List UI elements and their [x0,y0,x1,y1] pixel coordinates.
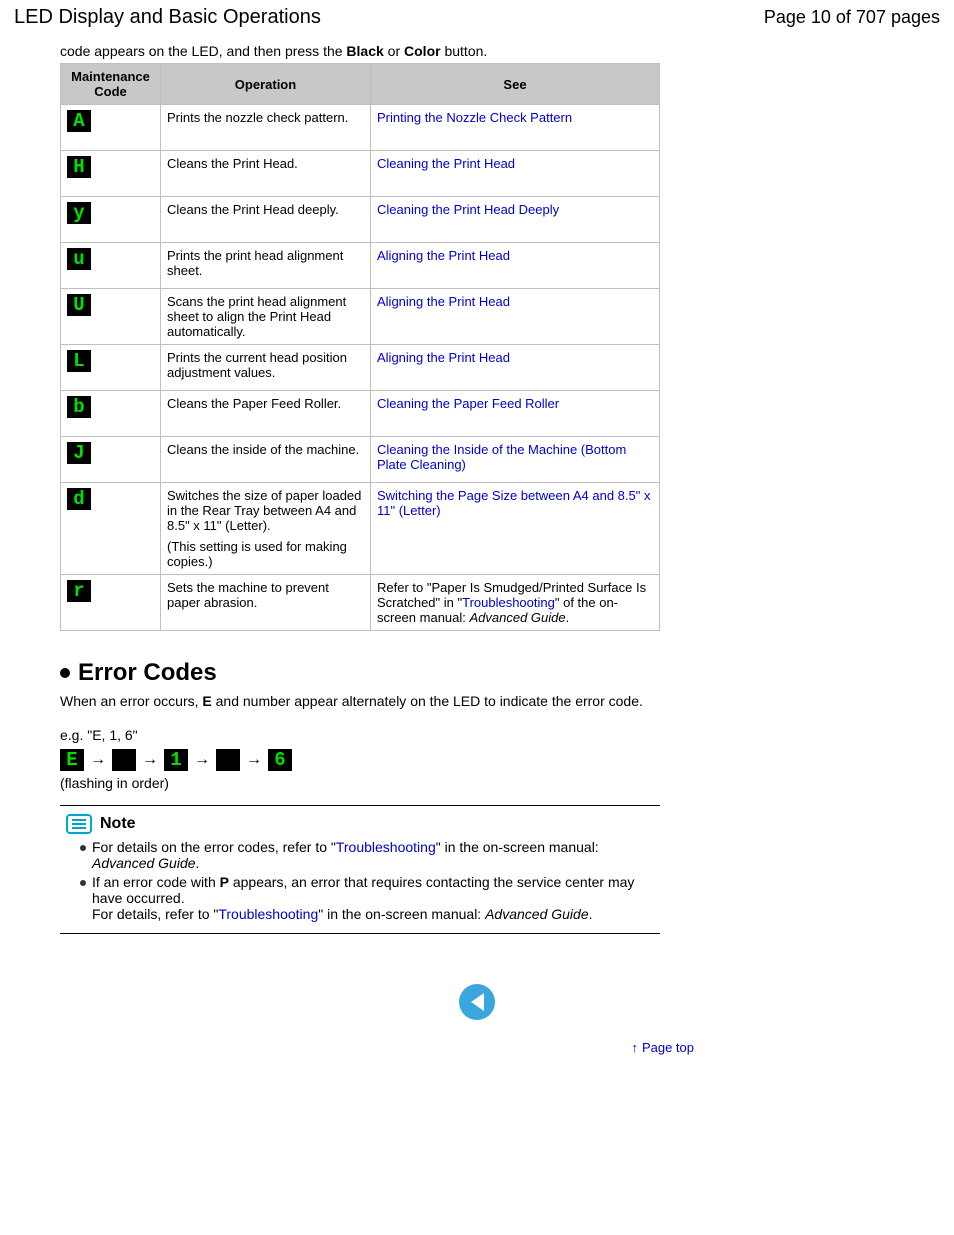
see-cell: Aligning the Print Head [371,345,660,391]
operation-cell: Prints the print head alignment sheet. [161,243,371,289]
maintenance-table: Maintenance Code Operation See A Prints t… [60,63,660,631]
operation-cell: Sets the machine to prevent paper abrasi… [161,575,371,631]
operation-cell: Cleans the Paper Feed Roller. [161,391,371,437]
table-row: U Scans the print head alignment sheet to… [61,289,660,345]
operation-cell: Prints the nozzle check pattern. [161,105,371,151]
code-cell: r [61,575,161,631]
note-list: For details on the error codes, refer to… [60,834,660,922]
code-cell: L [61,345,161,391]
operation-cell: Switches the size of paper loaded in the… [161,483,371,575]
table-row: d Switches the size of paper loaded in th… [61,483,660,575]
see-link[interactable]: Printing the Nozzle Check Pattern [377,110,572,125]
page-top-link[interactable]: Page top [642,1040,694,1055]
table-row: L Prints the current head position adjust… [61,345,660,391]
led-glyph: d [67,488,91,510]
note-item: For details on the error codes, refer to… [80,839,660,871]
operation-cell: Cleans the Print Head deeply. [161,197,371,243]
led-glyph: A [67,110,91,132]
code-cell: A [61,105,161,151]
operation-cell: Prints the current head position adjustm… [161,345,371,391]
col-see: See [371,64,660,105]
troubleshooting-link[interactable]: Troubleshooting [336,839,436,855]
error-codes-section: Error Codes When an error occurs, E and … [60,659,894,934]
led-glyph: H [67,156,91,178]
col-code: Maintenance Code [61,64,161,105]
operation-cell: Cleans the inside of the machine. [161,437,371,483]
led-glyph: E [60,749,84,771]
page-title: LED Display and Basic Operations [14,6,321,29]
table-row: u Prints the print head alignment sheet. A… [61,243,660,289]
troubleshooting-link[interactable]: Troubleshooting [462,595,555,610]
led-blank-icon [216,749,240,771]
see-link[interactable]: Cleaning the Inside of the Machine (Bott… [377,442,626,472]
note-header: Note [60,810,660,834]
led-glyph: y [67,202,91,224]
code-cell: U [61,289,161,345]
see-cell: Printing the Nozzle Check Pattern [371,105,660,151]
arrow-icon: → [246,751,262,769]
see-cell: Refer to "Paper Is Smudged/Printed Surfa… [371,575,660,631]
led-glyph: L [67,350,91,372]
page-content: code appears on the LED, and then press … [0,33,954,1095]
note-icon [66,814,92,834]
error-sequence: E → → 1 → → 6 [60,749,894,771]
back-button[interactable] [459,984,495,1020]
led-glyph: 1 [164,749,188,771]
table-row: y Cleans the Print Head deeply. Cleaning t… [61,197,660,243]
arrow-icon: → [90,751,106,769]
note-box: Note For details on the error codes, ref… [60,805,660,934]
arrow-icon: → [142,751,158,769]
see-cell: Cleaning the Print Head [371,151,660,197]
led-glyph: U [67,294,91,316]
see-cell: Cleaning the Inside of the Machine (Bott… [371,437,660,483]
page-top-area: ↑ Page top [60,1040,894,1055]
bullet-icon [60,668,70,678]
flashing-label: (flashing in order) [60,775,894,791]
table-row: A Prints the nozzle check pattern. Printin… [61,105,660,151]
see-link[interactable]: Cleaning the Print Head Deeply [377,202,559,217]
note-item: If an error code with P appears, an erro… [80,874,660,922]
led-glyph: b [67,396,91,418]
see-link[interactable]: Aligning the Print Head [377,248,510,263]
intro-text: code appears on the LED, and then press … [60,43,894,59]
back-arrow-icon [471,993,484,1011]
table-row: J Cleans the inside of the machine.Cleani… [61,437,660,483]
error-desc: When an error occurs, E and number appea… [60,693,894,709]
troubleshooting-link[interactable]: Troubleshooting [218,906,318,922]
led-glyph: u [67,248,91,270]
see-link[interactable]: Cleaning the Print Head [377,156,515,171]
table-row: H Cleans the Print Head. Cleaning the Prin… [61,151,660,197]
code-cell: u [61,243,161,289]
code-cell: d [61,483,161,575]
led-blank-icon [112,749,136,771]
led-glyph: r [67,580,91,602]
led-glyph: J [67,442,91,464]
see-link[interactable]: Aligning the Print Head [377,350,510,365]
code-cell: b [61,391,161,437]
code-cell: H [61,151,161,197]
led-glyph: 6 [268,749,292,771]
operation-cell: Scans the print head alignment sheet to … [161,289,371,345]
code-cell: J [61,437,161,483]
page-header: LED Display and Basic Operations Page 10… [0,0,954,33]
operation-cell: Cleans the Print Head. [161,151,371,197]
code-cell: y [61,197,161,243]
see-link[interactable]: Cleaning the Paper Feed Roller [377,396,559,411]
see-link[interactable]: Aligning the Print Head [377,294,510,309]
section-heading: Error Codes [60,659,894,687]
page-counter: Page 10 of 707 pages [764,7,940,28]
see-cell: Cleaning the Print Head Deeply [371,197,660,243]
table-row: r Sets the machine to prevent paper abras… [61,575,660,631]
see-cell: Switching the Page Size between A4 and 8… [371,483,660,575]
see-link[interactable]: Switching the Page Size between A4 and 8… [377,488,650,518]
see-cell: Aligning the Print Head [371,243,660,289]
see-cell: Cleaning the Paper Feed Roller [371,391,660,437]
col-operation: Operation [161,64,371,105]
table-row: b Cleans the Paper Feed Roller. Cleaning t… [61,391,660,437]
see-cell: Aligning the Print Head [371,289,660,345]
arrow-icon: → [194,751,210,769]
up-arrow-icon: ↑ [631,1040,638,1055]
error-example-label: e.g. "E, 1, 6" [60,727,894,743]
